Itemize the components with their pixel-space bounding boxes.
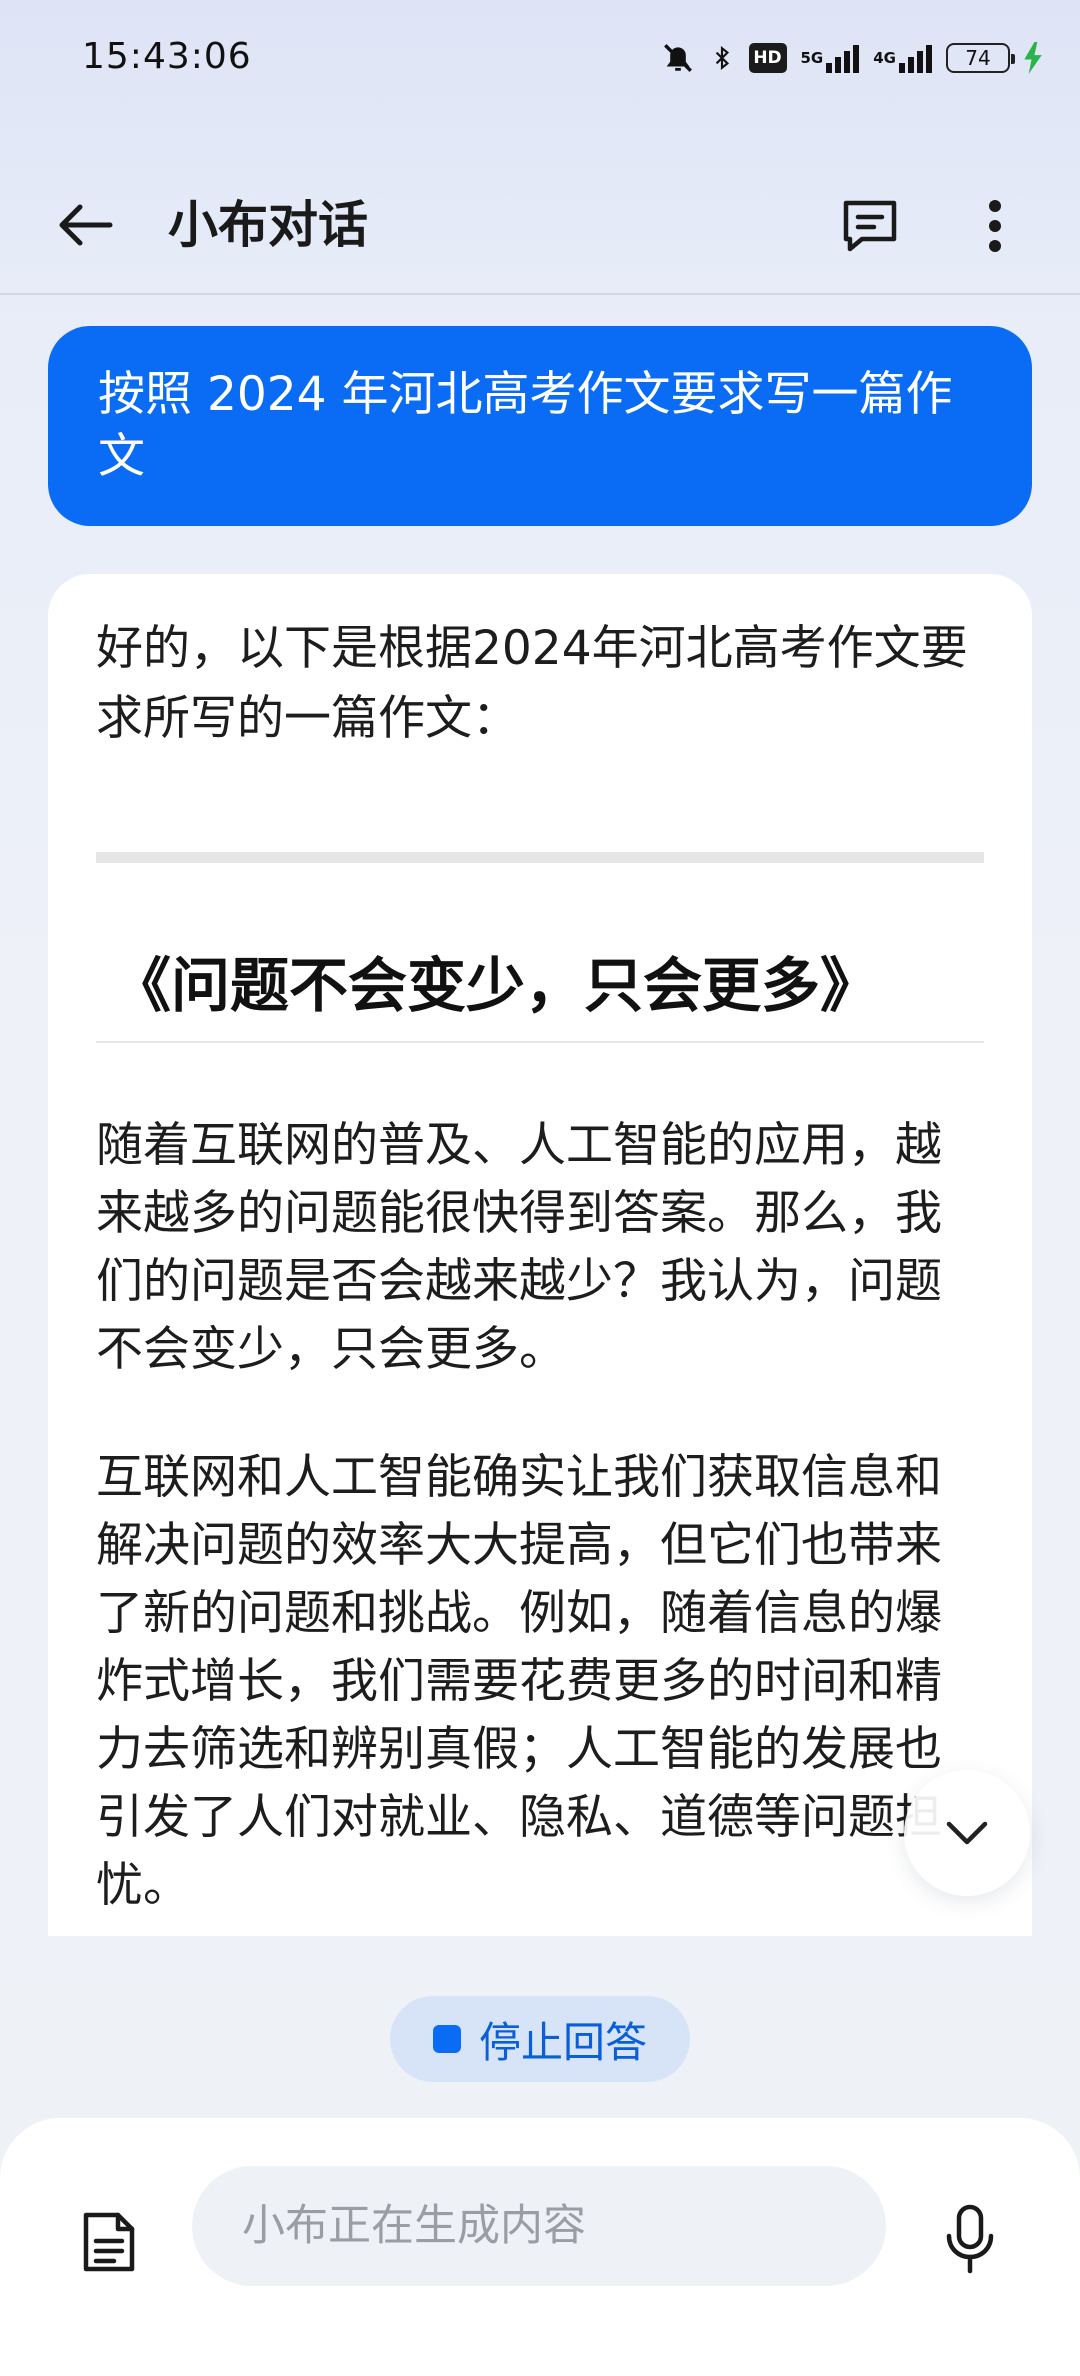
chat-list-button[interactable]	[832, 188, 908, 264]
message-input[interactable]	[192, 2166, 886, 2286]
arrow-left-icon	[59, 204, 113, 246]
bell-muted-icon	[661, 41, 695, 75]
section-divider	[96, 852, 984, 863]
hd-voice-badge: HD	[748, 43, 787, 73]
status-time: 15:43:06	[82, 36, 252, 77]
app-bar: 小布对话	[0, 160, 1080, 290]
document-icon	[83, 2212, 135, 2272]
back-button[interactable]	[50, 190, 120, 260]
essay-paragraph: 随着互联网的普及、人工智能的应用，越来越多的问题能很快得到答案。那么，我们的问题…	[96, 1118, 942, 1377]
signal-4g-icon: 4G	[873, 43, 932, 73]
charging-bolt-icon	[1024, 42, 1042, 74]
battery-indicator: 74	[946, 43, 1015, 73]
chat-list-icon	[843, 200, 897, 252]
reply-intro-block: 好的，以下是根据2024年河北高考作文要求所写的一篇作文：	[96, 614, 984, 754]
assistant-reply-card: 好的，以下是根据2024年河北高考作文要求所写的一篇作文： 《问题不会变少，只会…	[48, 574, 1032, 1936]
network-label: 4G	[873, 48, 896, 67]
input-bar	[0, 2118, 1080, 2376]
scroll-to-bottom-button[interactable]	[904, 1770, 1030, 1896]
voice-input-button[interactable]	[930, 2190, 1010, 2290]
network-label: 5G	[800, 48, 824, 67]
bluetooth-icon	[709, 41, 735, 75]
stop-answer-button[interactable]: 停止回答	[390, 1996, 690, 2082]
document-button[interactable]	[72, 2200, 146, 2284]
more-vertical-icon	[989, 200, 1001, 252]
page-title: 小布对话	[168, 196, 368, 254]
chevron-down-icon	[946, 1821, 988, 1845]
user-message-bubble[interactable]: 按照 2024 年河北高考作文要求写一篇作文	[48, 326, 1032, 526]
status-icons: HD 5G 4G 74	[661, 38, 1043, 78]
signal-5g-icon: 5G	[801, 43, 860, 73]
user-message-text: 按照 2024 年河北高考作文要求写一篇作文	[98, 367, 953, 484]
stop-icon	[432, 2025, 461, 2053]
essay-title: 《问题不会变少，只会更多》	[112, 951, 880, 1020]
stop-answer-label: 停止回答	[478, 2017, 647, 2067]
title-divider	[96, 1041, 984, 1043]
status-bar: 15:43:06 HD 5G 4G 74	[0, 0, 1080, 120]
microphone-icon	[946, 2204, 994, 2274]
reply-intro-text: 好的，以下是根据2024年河北高考作文要求所写的一篇作文：	[96, 621, 968, 746]
app-bar-divider	[0, 293, 1080, 295]
more-button[interactable]	[960, 188, 1030, 264]
essay-paragraph: 互联网和人工智能确实让我们获取信息和解决问题的效率大大提高，但它们也带来了新的问…	[96, 1450, 942, 1913]
